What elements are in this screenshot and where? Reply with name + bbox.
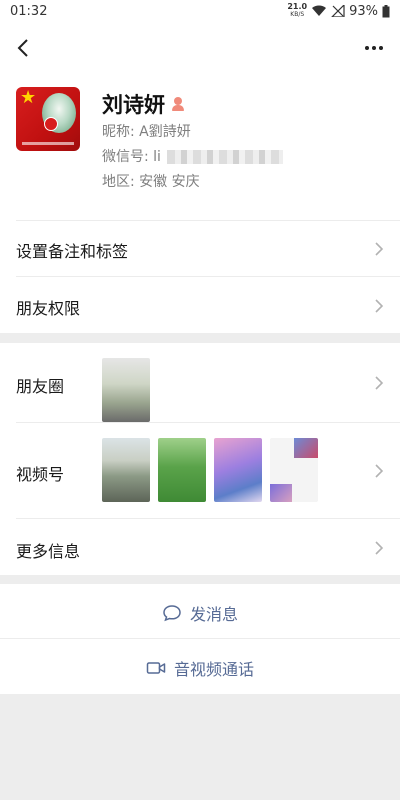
friend-permissions-row[interactable]: 朋友权限 (0, 277, 400, 333)
chevron-right-icon (375, 242, 384, 256)
name-row: 刘诗妍 (102, 89, 185, 119)
region-value: 安徽 安庆 (139, 174, 200, 190)
region-line: 地区: 安徽 安庆 (102, 171, 200, 191)
channels-thumbnail (270, 438, 318, 502)
remarks-tags-label: 设置备注和标签 (16, 242, 129, 261)
status-bar: 01:32 21.0 KB/S 93% (0, 0, 400, 24)
chevron-right-icon (375, 464, 384, 478)
nickname-value: A劉詩妍 (139, 124, 191, 140)
channels-thumbnail (214, 438, 262, 502)
cellular-signal-icon (331, 5, 345, 17)
moments-label: 朋友圈 (16, 377, 65, 396)
battery-icon (382, 4, 390, 17)
friend-permissions-label: 朋友权限 (16, 299, 81, 318)
wechat-id-value: li (153, 149, 161, 165)
chat-bubble-icon (163, 605, 181, 622)
moments-thumbnail (102, 358, 150, 422)
send-message-content: 发消息 (0, 601, 400, 625)
status-indicators: 21.0 KB/S 93% (287, 3, 390, 19)
video-call-button[interactable]: 音视频通话 (0, 639, 400, 694)
video-call-content: 音视频通话 (0, 656, 400, 680)
emblem-icon (44, 117, 58, 131)
chevron-right-icon (375, 541, 384, 555)
nav-bar (0, 24, 400, 76)
channels-row[interactable]: 视频号 (0, 423, 400, 519)
wifi-icon (312, 5, 327, 17)
send-message-label: 发消息 (189, 605, 238, 624)
channels-thumbnail (158, 438, 206, 502)
more-dot (372, 46, 376, 50)
channels-label: 视频号 (16, 465, 65, 484)
video-call-label: 音视频通话 (173, 660, 254, 679)
wechat-id-line: 微信号: li (102, 146, 284, 166)
more-info-label: 更多信息 (16, 542, 81, 561)
network-speed: 21.0 KB/S (287, 3, 307, 19)
more-dot (365, 46, 369, 50)
chevron-right-icon (375, 299, 384, 313)
more-dot (379, 46, 383, 50)
moments-row[interactable]: 朋友圈 (0, 343, 400, 423)
channels-thumbnail (102, 438, 150, 502)
star-icon: ★ (20, 87, 37, 108)
avatar-caption-strip (22, 142, 74, 145)
more-info-row[interactable]: 更多信息 (0, 519, 400, 575)
profile-header: ★ 刘诗妍 昵称: A劉詩妍 微信号: li 地区: 安徽 安庆 (0, 76, 400, 221)
video-camera-icon (146, 662, 166, 674)
wechat-id-redacted (167, 150, 284, 164)
contact-name: 刘诗妍 (102, 93, 165, 117)
network-speed-unit: KB/S (290, 11, 305, 18)
network-speed-value: 21.0 (287, 2, 308, 11)
nickname-label: 昵称: (102, 124, 135, 140)
status-time: 01:32 (10, 4, 48, 19)
nickname-line: 昵称: A劉詩妍 (102, 121, 191, 141)
chevron-right-icon (375, 376, 384, 390)
avatar[interactable]: ★ (16, 87, 80, 151)
wechat-id-label: 微信号: (102, 149, 149, 165)
remarks-tags-row[interactable]: 设置备注和标签 (0, 221, 400, 277)
back-arrow-icon[interactable] (12, 36, 36, 60)
battery-percent: 93% (349, 3, 378, 19)
send-message-button[interactable]: 发消息 (0, 584, 400, 639)
more-options-button[interactable] (362, 36, 386, 60)
region-label: 地区: (102, 174, 135, 190)
female-icon (171, 97, 185, 111)
